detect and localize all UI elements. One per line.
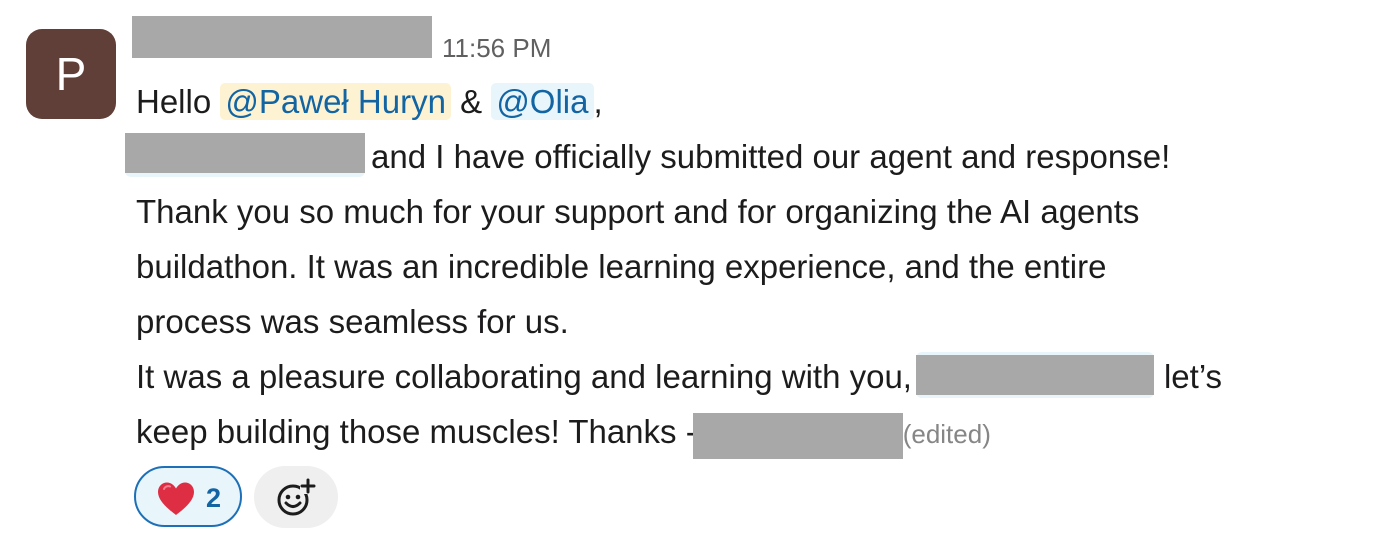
message-line: Thank you so much for your support and f… [136,184,1366,239]
message-text: let’s [1163,358,1223,395]
redacted-signature [692,413,903,460]
message-text: and I have officially submitted our agen… [371,138,1171,175]
add-emoji-icon [277,478,316,516]
avatar[interactable]: P [26,29,116,119]
reaction-heart-button[interactable]: 2 [134,466,242,527]
message-line: and I have officially submitted our agen… [125,129,1366,184]
chat-message: P 11:56 PM Hello @Paweł Huryn & @Olia, a… [0,0,1387,556]
message-line: process was seamless for us. [136,294,1366,349]
redacted-mention[interactable] [915,352,1154,399]
message-text: buildathon. It was an incredible learnin… [136,248,1107,285]
message-text: process was seamless for us. [136,303,569,340]
red-heart-icon [158,482,194,515]
message-text: Thank you so much for your support and f… [136,193,1140,230]
message-line: keep building those muscles! Thanks - (ed… [136,404,1366,460]
mention-self[interactable]: @Paweł Huryn [220,83,451,120]
message-text: Hello [136,83,221,120]
message-line: buildathon. It was an incredible learnin… [136,239,1366,294]
add-reaction-button[interactable] [254,466,338,528]
message-text: , [593,83,603,120]
message-text: keep building those muscles! Thanks - [136,413,697,450]
mention-user[interactable]: @Olia [491,83,594,120]
redacted-sender-name [132,16,432,58]
message-line: Hello @Paweł Huryn & @Olia, [136,74,1366,129]
message-line: It was a pleasure collaborating and lear… [136,349,1366,404]
redaction-box [125,133,365,174]
redaction-box [915,355,1154,396]
redacted-mention[interactable] [125,133,365,178]
message-text: It was a pleasure collaborating and lear… [136,358,912,395]
message-body: Hello @Paweł Huryn & @Olia, and I have o… [125,74,1366,460]
edited-label: (edited) [902,419,991,449]
message-text: & [450,83,492,120]
reaction-count: 2 [206,483,222,513]
message-timestamp[interactable]: 11:56 PM [442,33,551,64]
